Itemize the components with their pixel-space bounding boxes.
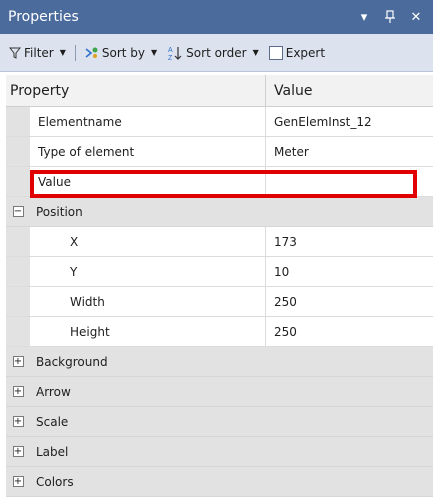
expert-toggle[interactable]: Expert [266,44,328,62]
sort-order-label: Sort order [186,45,247,60]
toolbar: Filter ▼ Sort by ▼ AZ Sort order ▼ Exper… [0,34,433,72]
panel-title: Properties [8,9,79,25]
collapse-toggle[interactable]: − [6,206,30,217]
property-row-height[interactable]: Height 250 [6,317,433,347]
property-value[interactable]: Meter [266,137,433,166]
panel-title-bar: Properties ▾ ✕ [0,0,433,34]
property-row-y[interactable]: Y 10 [6,257,433,287]
chevron-down-icon: ▼ [151,48,158,57]
group-row-colors[interactable]: + Colors [6,467,433,497]
plus-icon: + [12,416,24,427]
property-name: Width [30,287,266,316]
chevron-down-icon: ▼ [59,48,66,57]
group-row-scale[interactable]: + Scale [6,407,433,437]
property-value[interactable]: 250 [266,287,433,316]
expand-toggle[interactable]: + [6,356,30,367]
sort-by-icon [85,47,98,58]
header-property[interactable]: Property [6,75,266,106]
property-row-elementname[interactable]: Elementname GenElemInst_12 [6,107,433,137]
property-name: Height [30,317,266,346]
plus-icon: + [12,356,24,367]
row-gutter [6,317,30,346]
svg-text:Z: Z [168,55,173,61]
filter-icon [9,47,21,59]
property-row-width[interactable]: Width 250 [6,287,433,317]
expand-toggle[interactable]: + [6,386,30,397]
property-value[interactable] [266,167,433,196]
group-row-arrow[interactable]: + Arrow [6,377,433,407]
property-value[interactable]: 10 [266,257,433,286]
row-gutter [6,257,30,286]
property-value[interactable]: GenElemInst_12 [266,107,433,136]
group-label: Arrow [36,384,71,399]
property-name: X [30,227,266,256]
sort-order-icon: AZ [168,46,182,61]
chevron-down-icon: ▼ [252,48,259,57]
grid-header: Property Value [6,75,433,107]
expand-toggle[interactable]: + [6,416,30,427]
expand-toggle[interactable]: + [6,446,30,457]
expert-label: Expert [285,45,326,60]
property-value[interactable]: 250 [266,317,433,346]
plus-icon: + [12,386,24,397]
property-row-x[interactable]: X 173 [6,227,433,257]
property-name: Elementname [30,107,266,136]
sort-by-label: Sort by [101,45,146,60]
property-grid: Property Value Elementname GenElemInst_1… [6,75,433,497]
group-label: Position [36,204,83,219]
group-row-label[interactable]: + Label [6,437,433,467]
expand-toggle[interactable]: + [6,476,30,487]
property-name: Value [30,167,266,196]
plus-icon: + [12,476,24,487]
sort-by-button[interactable]: Sort by ▼ [82,44,160,62]
group-row-position[interactable]: − Position [6,197,433,227]
property-name: Y [30,257,266,286]
header-value[interactable]: Value [266,83,433,99]
minus-icon: − [12,206,24,217]
row-gutter [6,137,30,166]
property-row-value[interactable]: Value [6,167,433,197]
plus-icon: + [12,446,24,457]
expert-checkbox[interactable] [268,45,283,60]
row-gutter [6,167,30,196]
panel-controls: ▾ ✕ [357,8,423,26]
property-row-type[interactable]: Type of element Meter [6,137,433,167]
svg-text:A: A [168,47,173,54]
row-gutter [6,227,30,256]
group-label: Background [36,354,108,369]
close-icon[interactable]: ✕ [409,8,423,26]
group-label: Label [36,444,69,459]
dropdown-icon[interactable]: ▾ [357,8,371,26]
property-value[interactable]: 173 [266,227,433,256]
pin-icon[interactable] [383,8,397,26]
group-label: Colors [36,474,74,489]
filter-label: Filter [24,45,54,60]
row-gutter [6,287,30,316]
group-row-background[interactable]: + Background [6,347,433,377]
row-gutter [6,107,30,136]
group-label: Scale [36,414,69,429]
sort-order-button[interactable]: AZ Sort order ▼ [164,43,262,63]
toolbar-separator [74,44,76,61]
property-name: Type of element [30,137,266,166]
filter-button[interactable]: Filter ▼ [6,44,69,62]
